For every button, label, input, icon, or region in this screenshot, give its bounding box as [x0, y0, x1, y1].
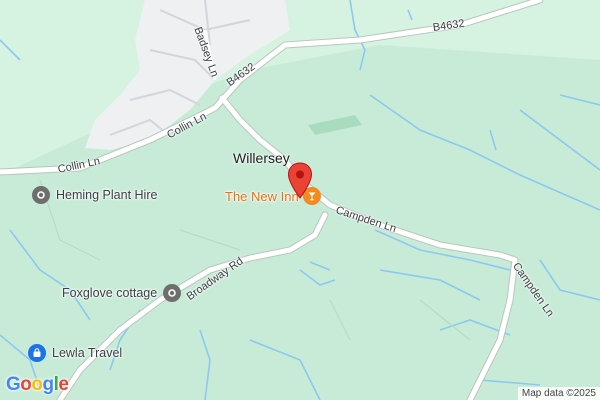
logo-letter: g: [42, 374, 55, 395]
poi-heming-plant-hire[interactable]: Heming Plant Hire: [32, 186, 157, 204]
poi-lewla-travel[interactable]: Lewla Travel: [28, 344, 122, 362]
pin-outline-icon: [163, 284, 182, 302]
logo-letter: o: [20, 374, 32, 395]
pin-outline-icon: [32, 186, 50, 204]
field-area-light: [0, 0, 600, 175]
poi-foxglove-cottage[interactable]: Foxglove cottage: [62, 284, 182, 302]
red-map-pin-icon[interactable]: [287, 162, 313, 205]
poi-label: Heming Plant Hire: [56, 188, 158, 202]
logo-letter: G: [6, 374, 21, 395]
map-view[interactable]: B4632 B4632 Badsey Ln Collin Ln Collin L…: [0, 0, 600, 400]
poi-label: Foxglove cottage: [62, 286, 158, 300]
place-label-willersey: Willersey: [233, 150, 290, 166]
map-attribution[interactable]: Map data ©2025: [517, 387, 600, 400]
shopping-bag-icon: [28, 344, 46, 362]
logo-letter: e: [58, 374, 69, 395]
park-patch: [308, 115, 362, 135]
logo-letter: o: [31, 374, 43, 395]
google-logo: Google: [6, 374, 69, 396]
poi-label: Lewla Travel: [52, 346, 123, 360]
